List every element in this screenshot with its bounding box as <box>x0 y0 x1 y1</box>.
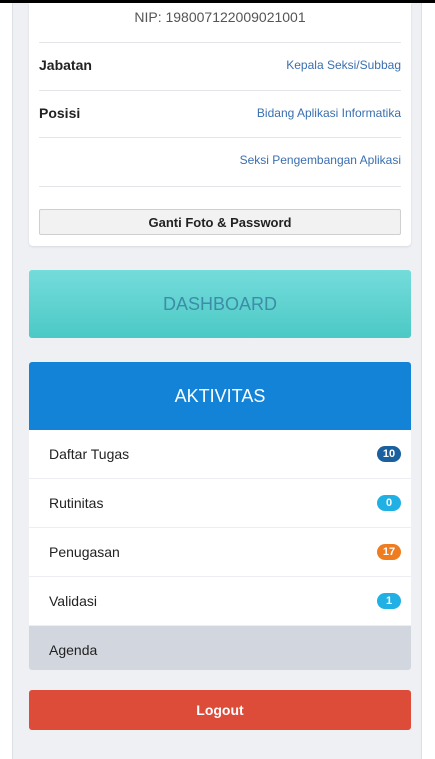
count-badge: 0 <box>377 495 401 511</box>
count-badge: 1 <box>377 593 401 609</box>
sidebar-panel: NIP: 198007122009021001 Jabatan Kepala S… <box>12 3 422 759</box>
count-badge: 17 <box>377 544 401 560</box>
divider <box>39 186 401 187</box>
aktivitas-menu: AKTIVITAS Daftar Tugas 10 Rutinitas 0 Pe… <box>29 362 411 670</box>
menu-item-label: Daftar Tugas <box>49 446 130 462</box>
posisi-row: Posisi Bidang Aplikasi Informatika <box>39 91 401 135</box>
nip-text: NIP: 198007122009021001 <box>134 9 306 25</box>
posisi-label: Posisi <box>39 105 81 121</box>
dashboard-button[interactable]: DASHBOARD <box>29 270 411 338</box>
menu-item-daftar-tugas[interactable]: Daftar Tugas 10 <box>29 430 411 479</box>
aktivitas-header: AKTIVITAS <box>29 362 411 430</box>
logout-label: Logout <box>196 702 244 718</box>
menu-item-label: Penugasan <box>49 544 120 560</box>
profile-card: NIP: 198007122009021001 Jabatan Kepala S… <box>29 3 411 246</box>
jabatan-row: Jabatan Kepala Seksi/Subbag <box>39 43 401 87</box>
jabatan-label: Jabatan <box>39 57 92 73</box>
count-badge: 10 <box>377 446 401 462</box>
menu-item-penugasan[interactable]: Penugasan 17 <box>29 528 411 577</box>
menu-item-validasi[interactable]: Validasi 1 <box>29 577 411 626</box>
menu-item-label: Agenda <box>49 642 98 658</box>
menu-item-rutinitas[interactable]: Rutinitas 0 <box>29 479 411 528</box>
menu-item-agenda[interactable]: Agenda <box>29 626 411 670</box>
menu-item-label: Rutinitas <box>49 495 104 511</box>
logout-button[interactable]: Logout <box>29 690 411 730</box>
jabatan-value: Kepala Seksi/Subbag <box>286 58 401 72</box>
change-photo-password-button[interactable]: Ganti Foto & Password <box>39 209 401 235</box>
aktivitas-title: AKTIVITAS <box>174 385 266 406</box>
posisi-value-2: Seksi Pengembangan Aplikasi <box>239 153 401 167</box>
menu-item-label: Validasi <box>49 593 97 609</box>
posisi-row-2: Seksi Pengembangan Aplikasi <box>39 138 401 182</box>
dashboard-label: DASHBOARD <box>162 293 278 314</box>
posisi-value: Bidang Aplikasi Informatika <box>256 106 401 120</box>
